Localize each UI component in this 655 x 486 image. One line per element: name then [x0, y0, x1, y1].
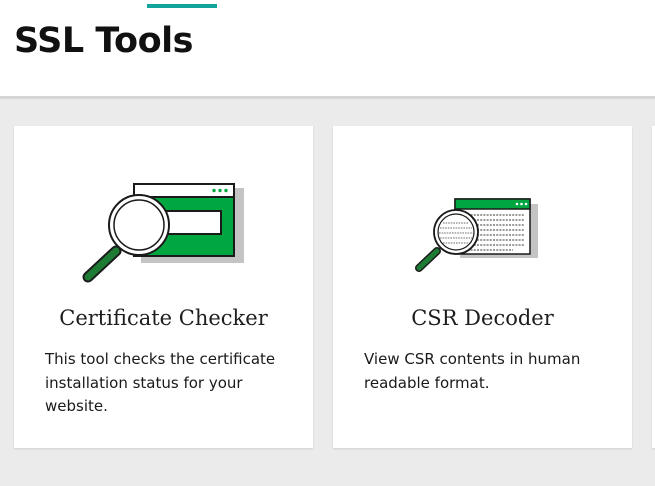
active-tab-indicator: [147, 4, 217, 8]
page-header: SSL Tools: [0, 0, 655, 99]
card-title: Certificate Checker: [59, 306, 268, 330]
tool-card-csr-decoder[interactable]: CSR Decoder View CSR contents in human r…: [333, 126, 632, 448]
card-description: View CSR contents in human readable form…: [364, 350, 581, 392]
card-title: CSR Decoder: [411, 306, 554, 330]
certificate-checker-illustration: [82, 183, 244, 283]
card-description: This tool checks the certificate install…: [45, 350, 276, 415]
csr-decoder-illustration: [415, 198, 538, 272]
tool-card-certificate-checker[interactable]: Certificate Checker This tool checks the…: [14, 126, 313, 448]
page-title: SSL Tools: [14, 21, 193, 61]
